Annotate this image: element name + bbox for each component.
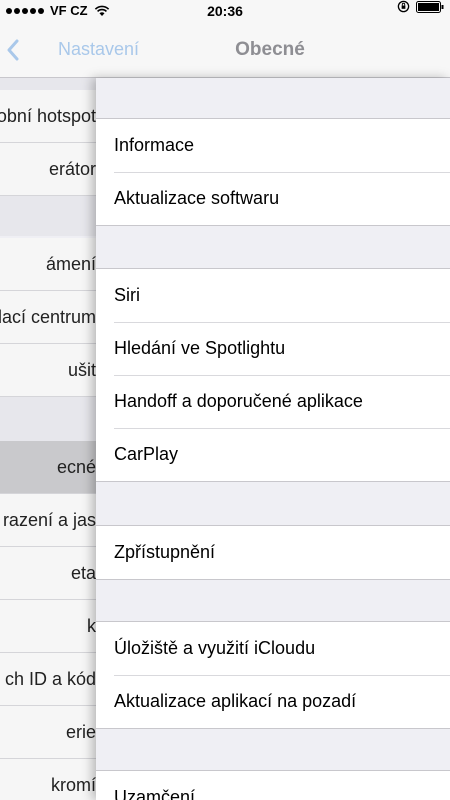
- back-button[interactable]: Nastavení: [6, 22, 139, 77]
- section-gap: [0, 78, 96, 90]
- settings-group-lock: Uzamčení: [96, 770, 450, 800]
- parent-settings-list: obní hotspot erátor ámení ádací centrum …: [0, 78, 96, 800]
- parent-list-item[interactable]: ušit: [0, 344, 96, 397]
- rotation-lock-icon: [397, 0, 410, 13]
- settings-row-siri[interactable]: Siri: [96, 269, 450, 322]
- general-settings-pane: Informace Aktualizace softwaru Siri Hled…: [96, 78, 450, 800]
- settings-row-background-refresh[interactable]: Aktualizace aplikací na pozadí: [96, 675, 450, 728]
- page-title: Obecné: [235, 39, 305, 60]
- settings-group-about: Informace Aktualizace softwaru: [96, 118, 450, 226]
- parent-list-item[interactable]: razení a jas: [0, 494, 96, 547]
- settings-row-carplay[interactable]: CarPlay: [96, 428, 450, 481]
- settings-row-storage-icloud[interactable]: Úložiště a využití iCloudu: [96, 622, 450, 675]
- settings-group-storage: Úložiště a využití iCloudu Aktualizace a…: [96, 621, 450, 729]
- parent-list-item[interactable]: k: [0, 600, 96, 653]
- settings-row-information[interactable]: Informace: [96, 119, 450, 172]
- section-gap: [0, 196, 96, 236]
- settings-group-features: Siri Hledání ve Spotlightu Handoff a dop…: [96, 268, 450, 482]
- settings-group-accessibility: Zpřístupnění: [96, 525, 450, 580]
- settings-row-software-update[interactable]: Aktualizace softwaru: [96, 172, 450, 225]
- parent-list-item[interactable]: erie: [0, 706, 96, 759]
- settings-row-handoff[interactable]: Handoff a doporučené aplikace: [96, 375, 450, 428]
- chevron-left-icon: [7, 39, 19, 60]
- parent-list-item-selected[interactable]: ecné: [0, 441, 96, 494]
- back-button-label: Nastavení: [58, 39, 140, 59]
- navigation-bar: Nastavení Obecné: [0, 22, 450, 78]
- settings-row-spotlight-search[interactable]: Hledání ve Spotlightu: [96, 322, 450, 375]
- settings-row-lock[interactable]: Uzamčení: [96, 771, 450, 800]
- section-gap: [0, 397, 96, 441]
- status-time: 20:36: [207, 3, 243, 19]
- parent-list-item[interactable]: ámení: [0, 238, 96, 291]
- parent-list-item[interactable]: eta: [0, 547, 96, 600]
- battery-icon: [416, 0, 444, 13]
- parent-list-item[interactable]: erátor: [0, 143, 96, 196]
- parent-list-item[interactable]: ch ID a kód: [0, 653, 96, 706]
- parent-list-item[interactable]: ádací centrum: [0, 291, 96, 344]
- parent-list-item[interactable]: kromí: [0, 759, 96, 800]
- settings-row-accessibility[interactable]: Zpřístupnění: [96, 526, 450, 579]
- parent-list-item[interactable]: obní hotspot: [0, 90, 96, 143]
- status-bar: VF CZ 20:36: [0, 0, 450, 22]
- status-right: [397, 0, 444, 13]
